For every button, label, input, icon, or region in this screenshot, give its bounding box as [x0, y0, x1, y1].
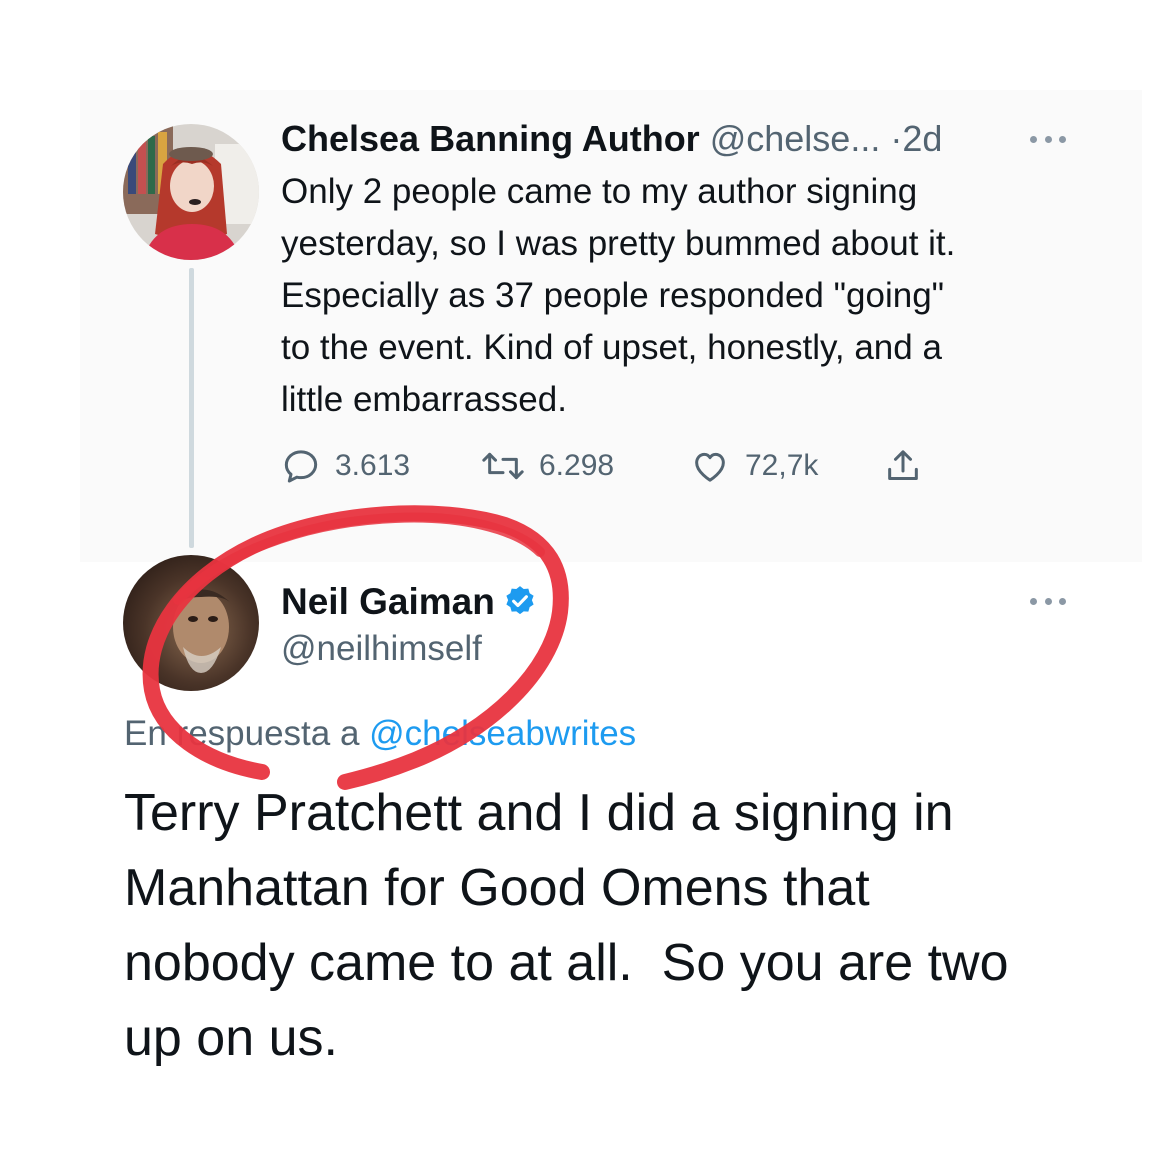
tweet2-line: up on us. [124, 1009, 338, 1067]
tweet1-action-bar: 3.613 6.298 72,7k [281, 440, 981, 492]
share-button[interactable] [883, 440, 923, 492]
retweet-count: 6.298 [539, 449, 615, 482]
tweet1-line: Only 2 people came to my author signing [281, 172, 918, 211]
tweet2-line: Manhattan for Good Omens that [124, 859, 870, 917]
more-dot [1044, 135, 1052, 143]
thread-connector-line [189, 268, 194, 548]
tweet1-timestamp[interactable]: 2d [902, 118, 942, 159]
tweet1-author-name[interactable]: Chelsea Banning Author [281, 118, 700, 159]
tweet1-more-icon[interactable] [1030, 134, 1066, 144]
more-dot [1030, 135, 1037, 143]
chelsea-avatar[interactable] [123, 124, 259, 260]
tweet2-author-name[interactable]: Neil Gaiman [281, 581, 495, 622]
more-dot [1030, 597, 1037, 605]
tweet2-text: Terry Pratchett and I did a signing in M… [124, 776, 1124, 1076]
retweet-icon [482, 452, 524, 480]
like-button[interactable]: 72,7k [689, 440, 818, 492]
more-dot [1059, 597, 1066, 605]
more-dot [1059, 135, 1066, 143]
tweet2-more-icon[interactable] [1030, 596, 1066, 606]
verified-badge-icon [506, 586, 534, 615]
retweet-button[interactable]: 6.298 [481, 440, 614, 492]
like-icon [695, 452, 725, 482]
like-count: 72,7k [745, 449, 819, 482]
tweet1-line: Especially as 37 people responded "going… [281, 276, 945, 315]
tweet1-line: little embarrassed. [281, 380, 567, 419]
tweet2-line: nobody came to at all. So you are two [124, 934, 1009, 992]
neil-avatar[interactable] [123, 555, 259, 691]
tweet1-author-handle[interactable]: @chelse... [710, 118, 881, 159]
tweet2-author-handle[interactable]: @neilhimself [281, 626, 482, 672]
reply-context: En respuesta a @chelseabwrites [124, 710, 636, 758]
tweet1-time-separator: · [890, 118, 903, 159]
reply-prefix: En respuesta a [124, 714, 370, 753]
reply-count: 3.613 [335, 449, 411, 482]
reply-icon [284, 450, 318, 483]
tweet1-line: yesterday, so I was pretty bummed about … [281, 224, 956, 263]
tweet2-line: Terry Pratchett and I did a signing in [124, 784, 954, 842]
reply-to-link[interactable]: @chelseabwrites [369, 714, 636, 753]
tweet1-line: to the event. Kind of upset, honestly, a… [281, 328, 942, 367]
more-dot [1044, 597, 1052, 605]
share-icon [888, 450, 918, 480]
tweet1-text: Only 2 people came to my author signing … [281, 166, 1101, 426]
tweet1-header: Chelsea Banning Author @chelse... ·2d [281, 116, 942, 162]
reply-button[interactable]: 3.613 [281, 440, 410, 492]
tweet2-author-name-row: Neil Gaiman [281, 578, 537, 626]
